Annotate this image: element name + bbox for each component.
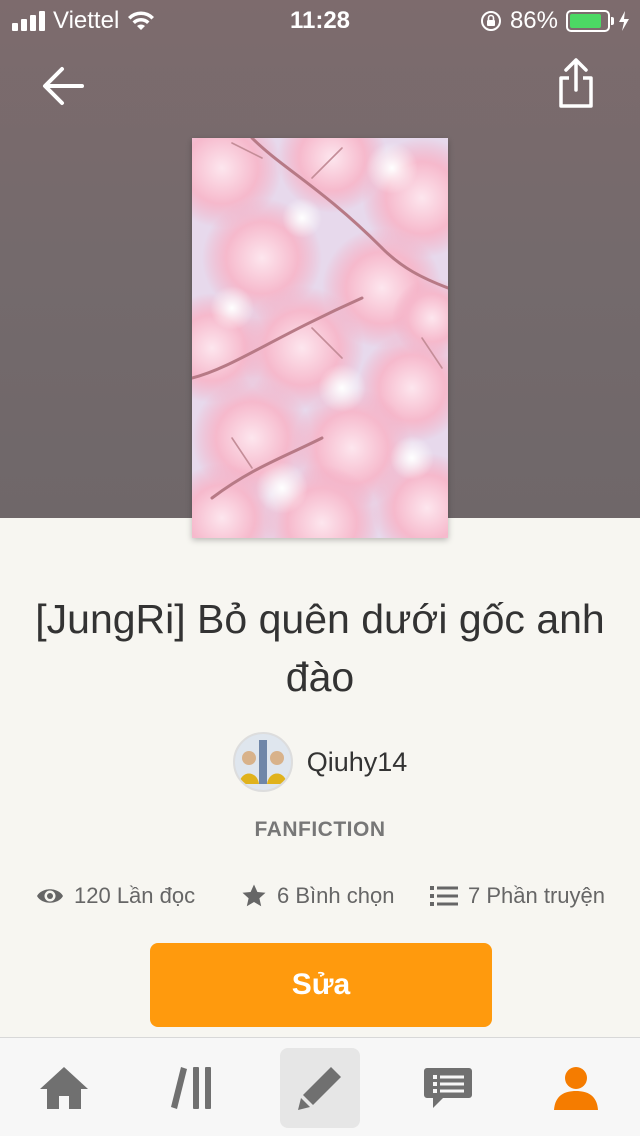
pencil-icon bbox=[298, 1067, 341, 1110]
share-icon bbox=[559, 58, 593, 108]
votes-stat: 6 Bình chọn bbox=[241, 876, 394, 916]
author-name[interactable]: Qiuhy14 bbox=[307, 747, 408, 778]
status-bar: Viettel 11:28 86% bbox=[0, 0, 640, 40]
battery-icon bbox=[566, 10, 614, 32]
back-button[interactable] bbox=[38, 60, 90, 112]
tab-profile[interactable] bbox=[536, 1048, 616, 1128]
author-avatar-image bbox=[234, 734, 291, 790]
rotation-lock-icon bbox=[480, 11, 501, 31]
list-icon bbox=[430, 886, 458, 906]
arrow-left-icon bbox=[43, 67, 84, 105]
story-stats: 120 Lần đọc 6 Bình chọn 7 Phần truyện bbox=[0, 876, 640, 916]
bottom-tab-bar bbox=[0, 1037, 640, 1136]
tab-home[interactable] bbox=[24, 1048, 104, 1128]
share-button[interactable] bbox=[552, 56, 600, 112]
story-cover-image[interactable] bbox=[192, 138, 448, 538]
profile-icon bbox=[554, 1067, 598, 1110]
avatar[interactable] bbox=[232, 732, 293, 792]
tab-write[interactable] bbox=[280, 1048, 360, 1128]
tab-messages[interactable] bbox=[408, 1048, 488, 1128]
messages-icon bbox=[424, 1068, 472, 1108]
battery-percent: 86% bbox=[509, 7, 558, 34]
parts-count: 7 Phần truyện bbox=[468, 883, 605, 908]
edit-story-button[interactable]: Sửa bbox=[150, 943, 492, 1027]
battery-fill bbox=[570, 14, 601, 28]
charging-icon bbox=[619, 11, 629, 31]
parts-stat: 7 Phần truyện bbox=[430, 876, 605, 916]
status-right: 86% bbox=[480, 7, 630, 35]
category-label: FANFICTION bbox=[254, 818, 386, 841]
reads-count: 120 Lần đọc bbox=[74, 883, 196, 908]
votes-count: 6 Bình chọn bbox=[277, 883, 395, 908]
star-icon bbox=[242, 884, 266, 907]
reads-stat: 120 Lần đọc bbox=[36, 876, 195, 916]
author-row[interactable]: Qiuhy14 bbox=[0, 732, 640, 792]
cherry-blossom-artwork bbox=[192, 138, 448, 538]
eye-icon bbox=[37, 889, 63, 903]
home-icon bbox=[40, 1067, 88, 1109]
tab-library[interactable] bbox=[152, 1048, 232, 1128]
library-icon bbox=[171, 1067, 211, 1109]
story-title: [JungRi] Bỏ quên dưới gốc anh đào bbox=[35, 596, 605, 700]
